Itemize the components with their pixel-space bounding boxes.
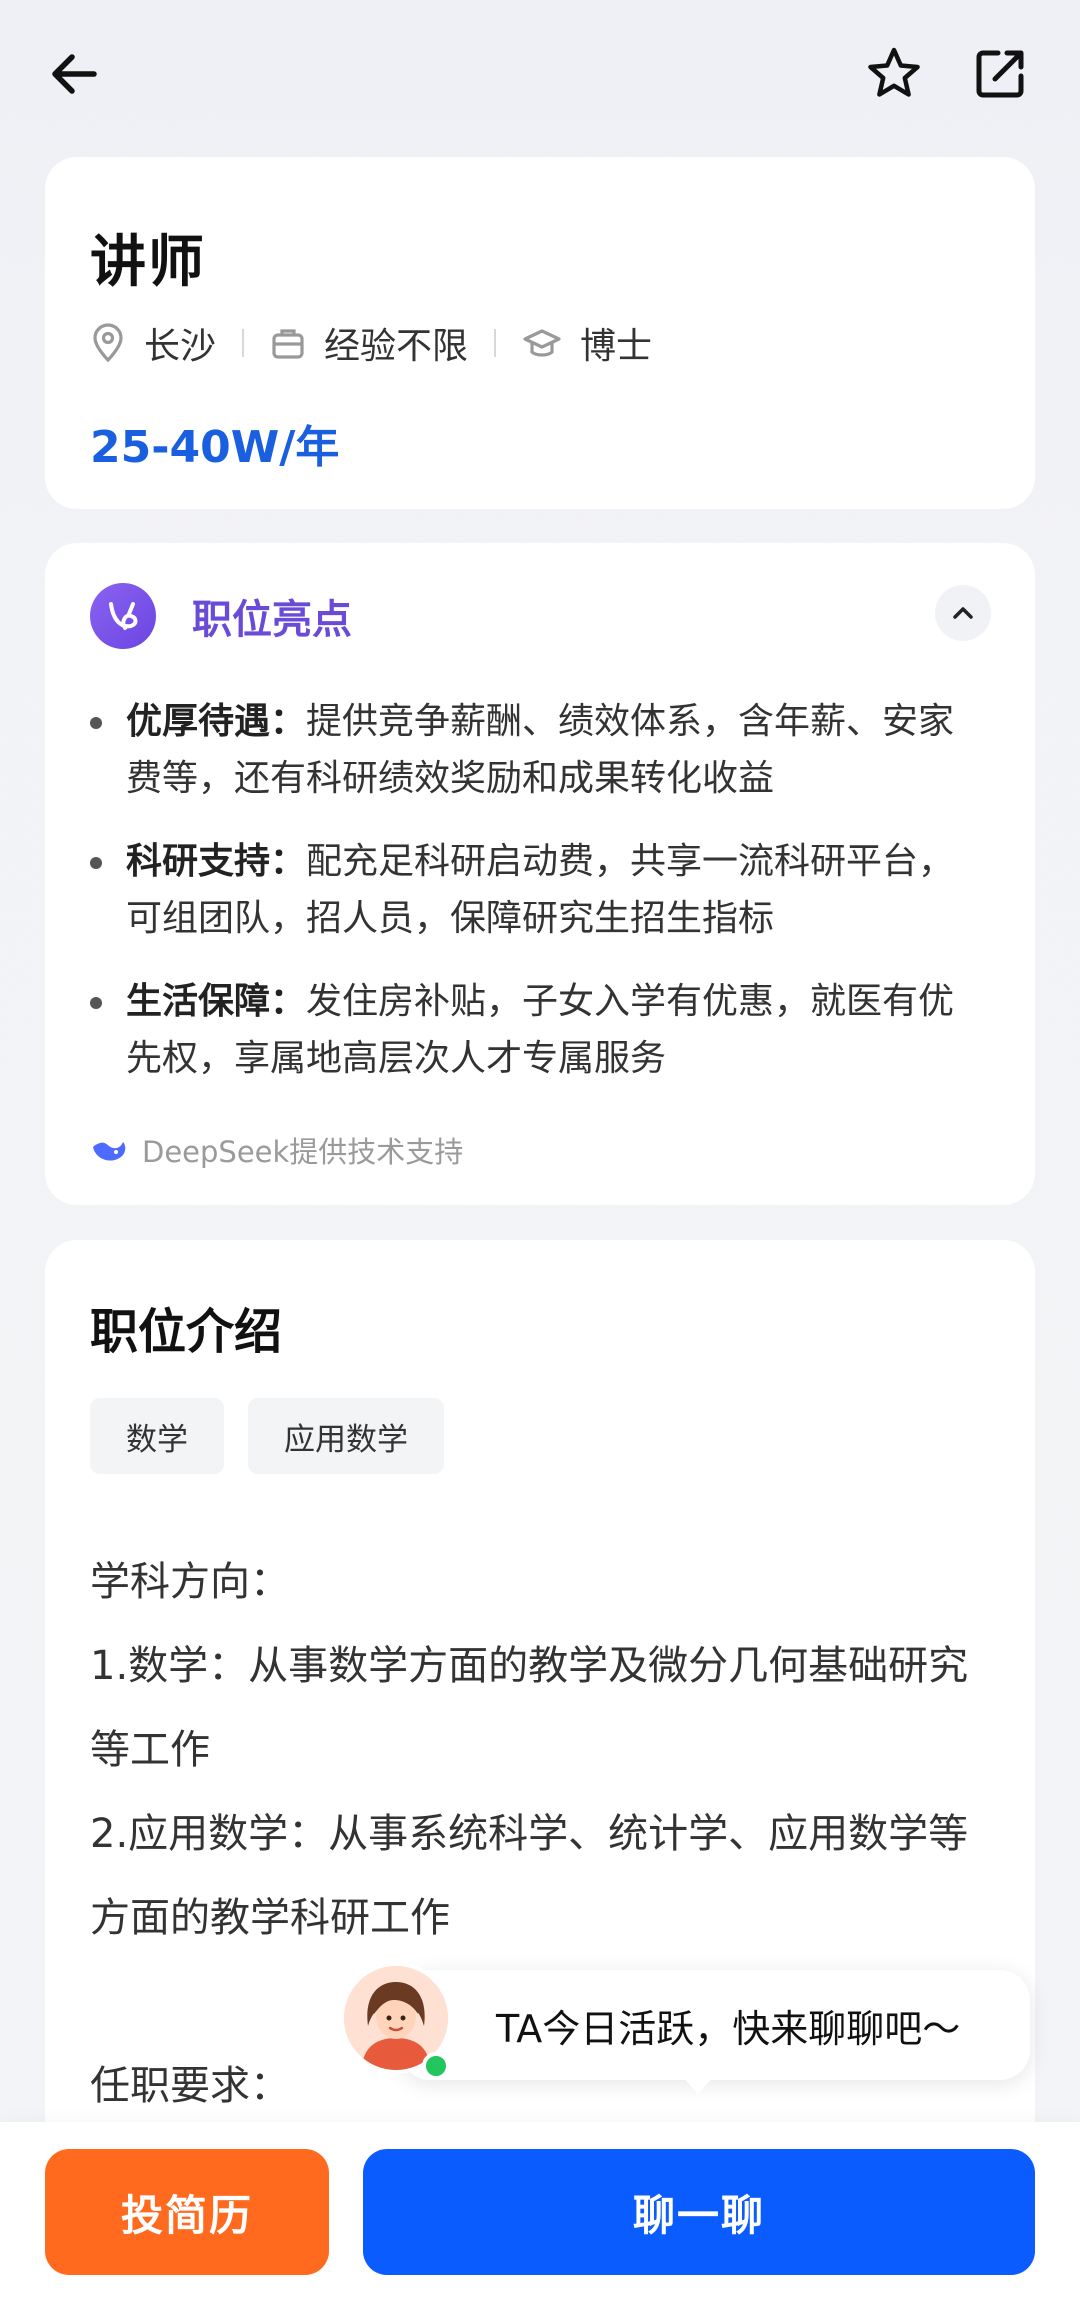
highlights-list: 优厚待遇：提供竞争薪酬、绩效体系，含年薪、安家费等，还有科研绩效奖励和成果转化收… xyxy=(90,693,990,1113)
chat-prompt-text: TA今日活跃，快来聊聊吧～ xyxy=(496,2006,961,2051)
job-meta: 长沙 经验不限 博士 xyxy=(90,319,652,367)
star-icon xyxy=(868,47,920,97)
powered-by-text: DeepSeek提供技术支持 xyxy=(142,1135,464,1169)
tag: 应用数学 xyxy=(248,1398,444,1474)
chat-prompt-bubble[interactable]: TA今日活跃，快来聊聊吧～ xyxy=(400,1970,1030,2080)
experience-text: 经验不限 xyxy=(324,326,469,367)
intro-line: 2.应用数学：从事系统科学、统计学、应用数学等方面的教学科研工作 xyxy=(90,1811,969,1941)
chat-button[interactable]: 聊一聊 xyxy=(363,2149,1035,2275)
share-button[interactable] xyxy=(962,36,1038,112)
list-item: 科研支持：配充足科研启动费，共享一流科研平台，可组团队，招人员，保障研究生招生指… xyxy=(90,833,990,947)
briefcase-icon xyxy=(272,329,304,359)
job-header-card: 讲师 长沙 经验不限 博士 25-40W/年 xyxy=(45,157,1035,509)
powered-by: DeepSeek提供技术支持 xyxy=(90,1129,463,1171)
job-title: 讲师 xyxy=(90,230,206,295)
online-status-dot xyxy=(422,2052,450,2080)
collapse-button[interactable] xyxy=(935,585,991,641)
share-icon xyxy=(976,50,1024,98)
intro-line: 1.数学：从事数学方面的教学及微分几何基础研究等工作 xyxy=(90,1643,969,1773)
education-meta: 博士 xyxy=(522,317,652,369)
highlight-label: 生活保障： xyxy=(126,981,307,1022)
divider xyxy=(242,329,245,357)
intro-title: 职位介绍 xyxy=(90,1304,283,1360)
location-pin-icon xyxy=(93,323,123,363)
experience-meta: 经验不限 xyxy=(270,317,468,369)
back-button[interactable] xyxy=(36,36,112,112)
highlights-header: 职位亮点 xyxy=(90,583,352,649)
highlights-title: 职位亮点 xyxy=(192,597,352,643)
favorite-button[interactable] xyxy=(856,36,932,112)
highlight-label: 科研支持： xyxy=(126,841,307,882)
education-text: 博士 xyxy=(580,326,653,367)
tag-list: 数学 应用数学 xyxy=(90,1398,468,1474)
job-highlights-card: 职位亮点 优厚待遇：提供竞争薪酬、绩效体系，含年薪、安家费等，还有科研绩效奖励和… xyxy=(45,543,1035,1205)
intro-line: 学科方向： xyxy=(90,1559,290,1605)
chevron-up-icon xyxy=(953,607,973,619)
submit-resume-button[interactable]: 投简历 xyxy=(45,2149,329,2275)
deepseek-whale-icon xyxy=(93,1142,126,1161)
bottom-action-bar: 投简历 聊一聊 xyxy=(0,2122,1080,2302)
graduation-cap-icon xyxy=(523,329,561,357)
ai-logo-icon xyxy=(90,583,156,649)
list-item: 优厚待遇：提供竞争薪酬、绩效体系，含年薪、安家费等，还有科研绩效奖励和成果转化收… xyxy=(90,693,990,807)
tag: 数学 xyxy=(90,1398,224,1474)
top-bar xyxy=(0,0,1080,150)
chat-prompt[interactable]: TA今日活跃，快来聊聊吧～ xyxy=(340,1962,1030,2120)
salary: 25-40W/年 xyxy=(90,422,340,473)
bubble-tail xyxy=(680,2074,716,2094)
location-text: 长沙 xyxy=(144,326,217,367)
highlight-label: 优厚待遇： xyxy=(126,701,307,742)
arrow-left-icon xyxy=(52,54,97,94)
divider xyxy=(494,329,497,357)
list-item: 生活保障：发住房补贴，子女入学有优惠，就医有优先权，享属地高层次人才专属服务 xyxy=(90,973,990,1087)
location-meta: 长沙 xyxy=(90,317,216,369)
